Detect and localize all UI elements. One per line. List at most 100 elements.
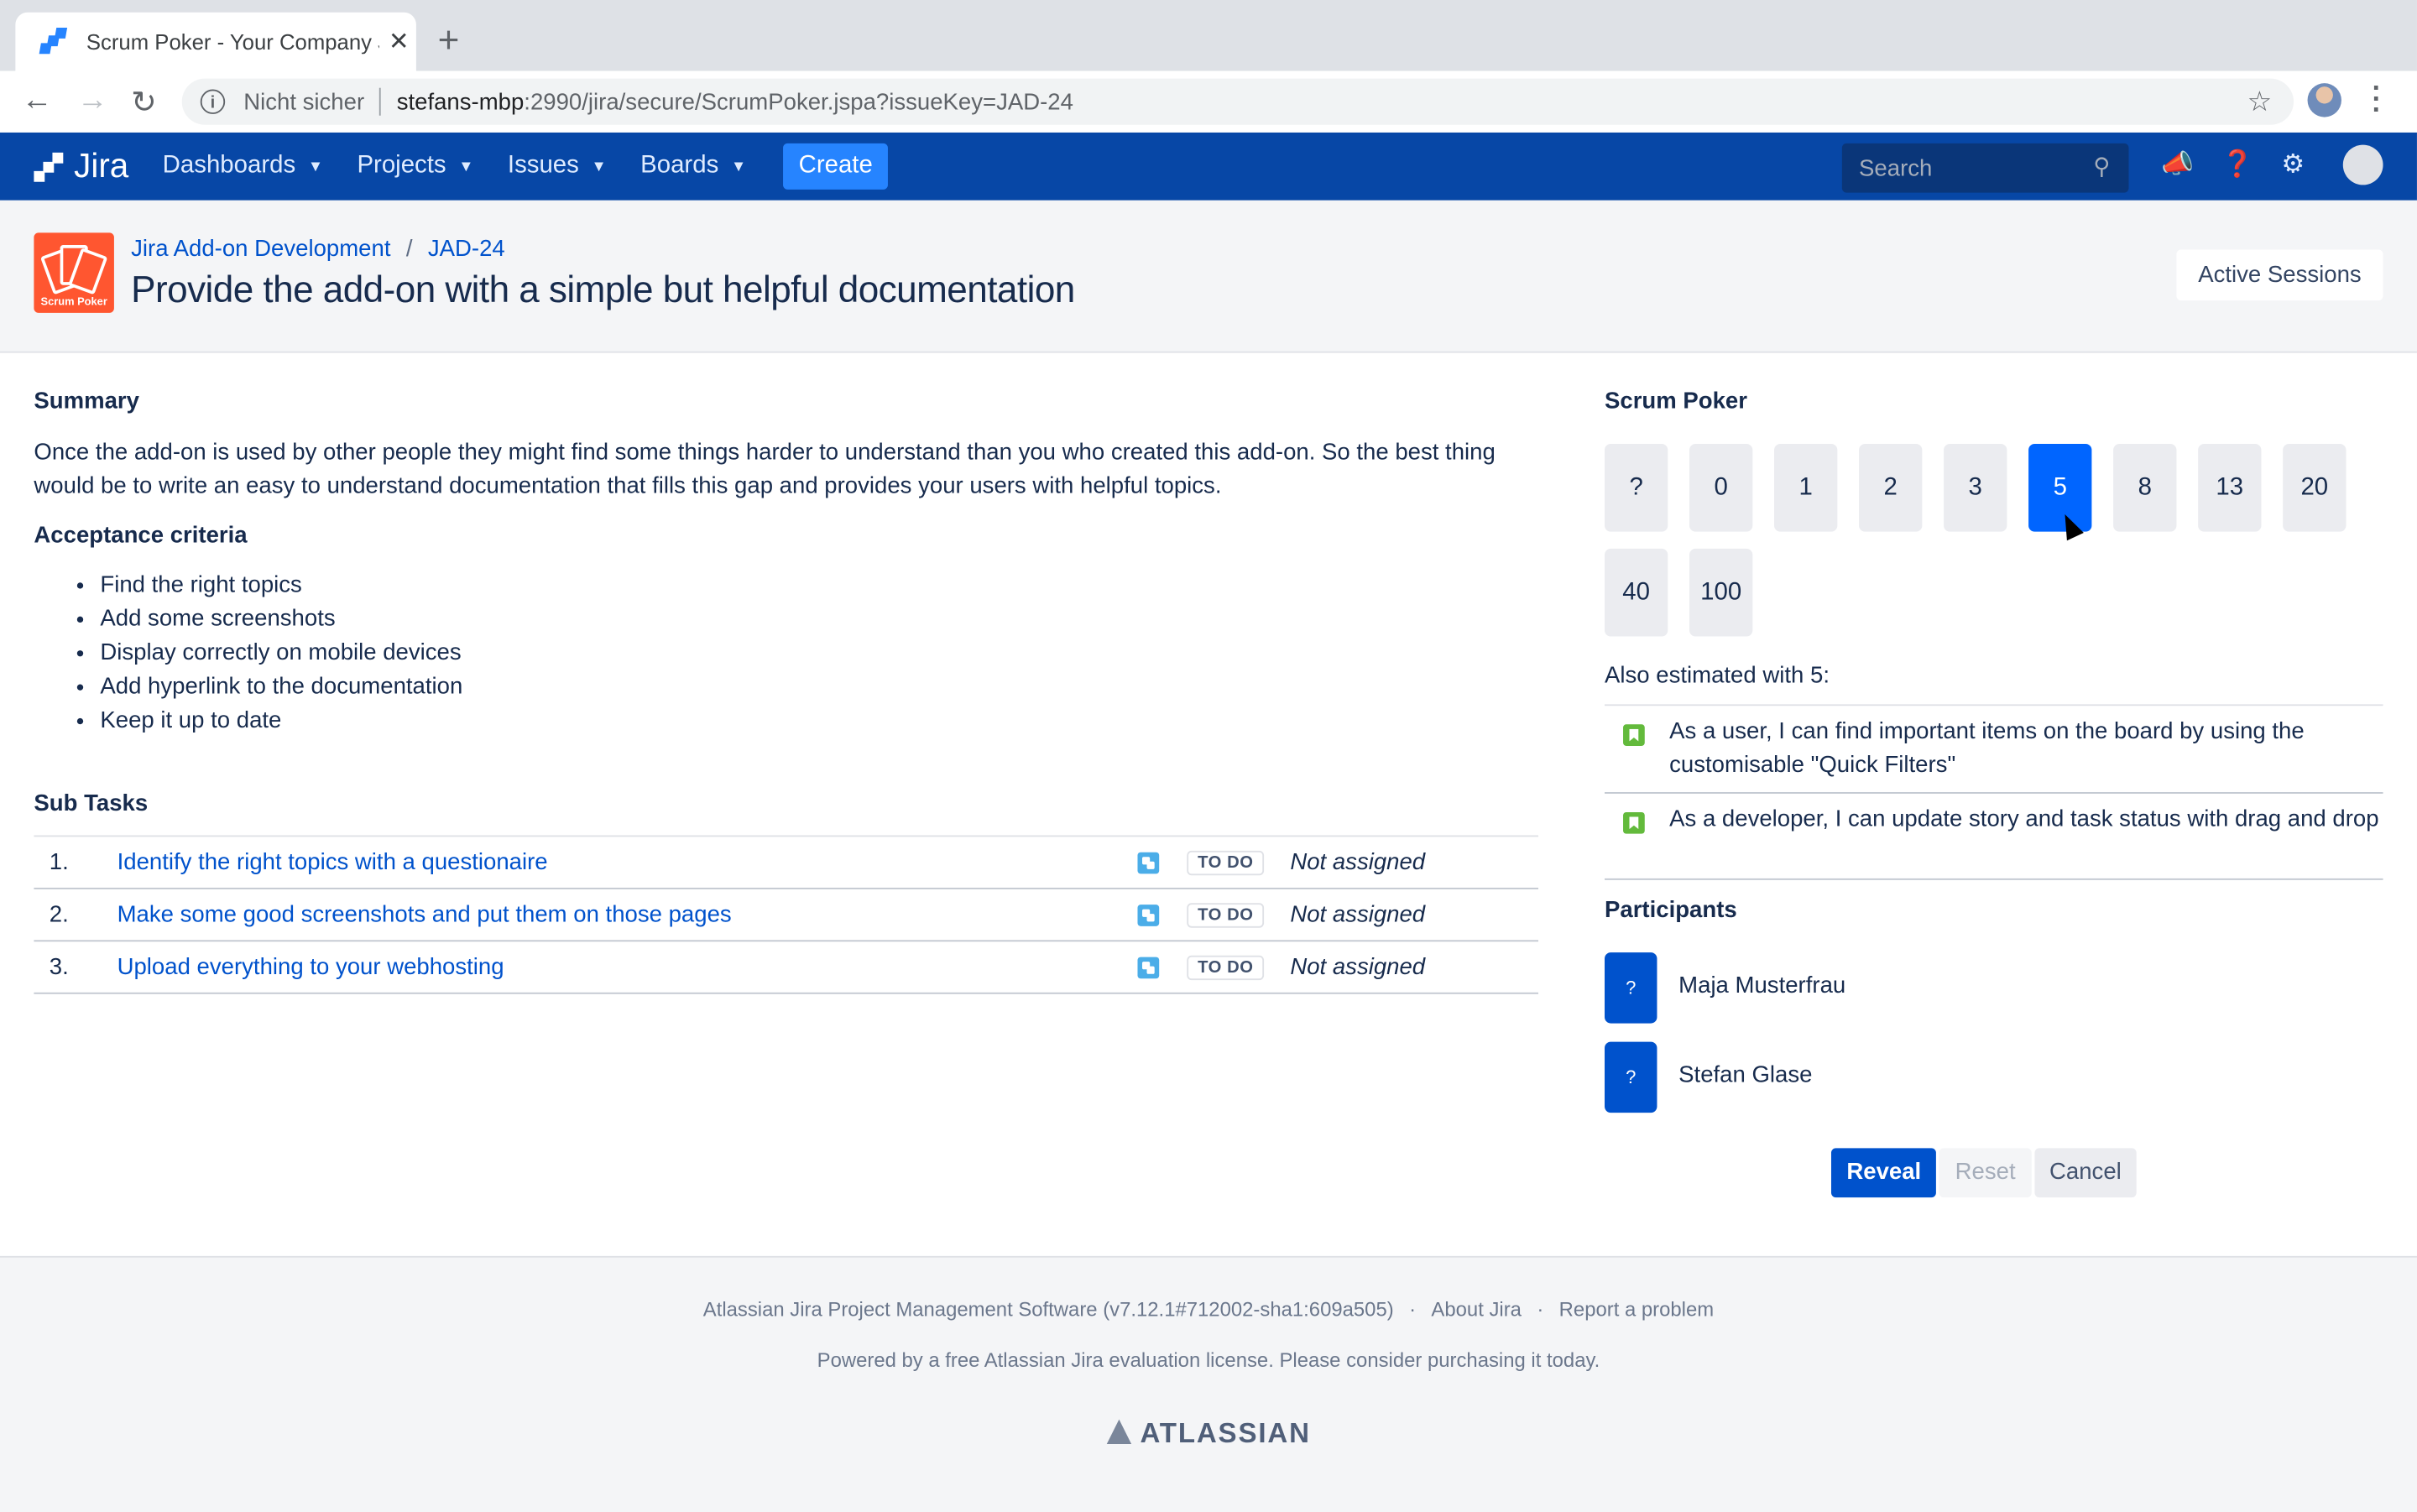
- list-item[interactable]: As a developer, I can update story and t…: [1605, 794, 2383, 880]
- nav-boards[interactable]: Boards ▼: [640, 153, 746, 180]
- chevron-down-icon: ▼: [591, 158, 607, 175]
- jira-favicon-icon: [39, 28, 68, 55]
- story-icon: [1623, 724, 1645, 746]
- participant: ? Maja Musterfrau: [1605, 952, 2383, 1024]
- breadcrumb-project[interactable]: Jira Add-on Development: [131, 236, 390, 262]
- info-icon[interactable]: i: [200, 89, 226, 114]
- address-bar-row: ← → ↻ i Nicht sicher stefans-mbp :2990/j…: [0, 70, 2417, 134]
- card-8[interactable]: 8: [2113, 443, 2177, 532]
- about-link[interactable]: About Jira: [1431, 1298, 1522, 1322]
- separator: ·: [1537, 1297, 1544, 1322]
- card-1[interactable]: 1: [1774, 443, 1838, 532]
- story-summary: As a user, I can find important items on…: [1669, 717, 2305, 779]
- list-item[interactable]: As a user, I can find important items on…: [1605, 706, 2383, 794]
- chevron-down-icon: ▼: [730, 158, 747, 175]
- security-label: Nicht sicher: [243, 88, 365, 115]
- footer: Atlassian Jira Project Management Softwa…: [0, 1255, 2417, 1512]
- also-estimated-list: As a user, I can find important items on…: [1605, 704, 2383, 880]
- row-number: 3.: [49, 953, 69, 981]
- search-input[interactable]: Search ⚲: [1841, 143, 2129, 193]
- browser-tabbar: Scrum Poker - Your Company J ✕ +: [0, 0, 2417, 71]
- nav-projects[interactable]: Projects ▼: [357, 153, 473, 180]
- assignee: Not assigned: [1290, 953, 1426, 981]
- summary-text: Once the add-on is used by other people …: [34, 439, 1496, 500]
- help-icon[interactable]: ❓: [2221, 149, 2254, 180]
- list-item: Display correctly on mobile devices: [100, 637, 462, 670]
- license-text: Powered by a free Atlassian Jira evaluat…: [817, 1348, 1600, 1372]
- cards-icon: [39, 242, 108, 295]
- report-link[interactable]: Report a problem: [1559, 1298, 1715, 1322]
- summary-heading: Summary: [34, 388, 139, 415]
- logo-label: Scrum Poker: [40, 297, 107, 309]
- card-40[interactable]: 40: [1605, 548, 1668, 637]
- status-badge: TO DO: [1187, 902, 1265, 927]
- nav-label: Projects: [357, 152, 446, 180]
- card-question[interactable]: ?: [1605, 443, 1668, 532]
- nav-issues[interactable]: Issues ▼: [508, 153, 607, 180]
- back-icon[interactable]: ←: [22, 83, 53, 118]
- card-2[interactable]: 2: [1859, 443, 1923, 532]
- list-item: Add some screenshots: [100, 602, 462, 636]
- scrum-poker-logo: Scrum Poker: [34, 232, 114, 313]
- separator: [379, 87, 382, 116]
- url-field[interactable]: i Nicht sicher stefans-mbp :2990/jira/se…: [181, 78, 2294, 125]
- main-content: Summary Once the add-on is used by other…: [0, 352, 2417, 1256]
- subtask-icon: [1137, 956, 1160, 978]
- close-tab-icon[interactable]: ✕: [389, 26, 410, 57]
- nav-label: Issues: [507, 152, 579, 180]
- cancel-button[interactable]: Cancel: [2033, 1148, 2138, 1198]
- status-badge: TO DO: [1187, 954, 1265, 980]
- card-20[interactable]: 20: [2283, 443, 2347, 532]
- card-13[interactable]: 13: [2198, 443, 2262, 532]
- nav-dashboards[interactable]: Dashboards ▼: [163, 153, 323, 180]
- browser-menu-icon[interactable]: · · ·: [2373, 74, 2382, 123]
- card-3[interactable]: 3: [1944, 443, 2007, 532]
- story-summary: As a developer, I can update story and t…: [1669, 806, 2379, 832]
- list-item: Add hyperlink to the documentation: [100, 670, 462, 704]
- participant-name: Stefan Glase: [1678, 1061, 1813, 1088]
- browser-profile-avatar[interactable]: [2307, 83, 2341, 117]
- create-button[interactable]: Create: [783, 143, 889, 190]
- search-icon[interactable]: ⚲: [2093, 153, 2110, 180]
- scrum-poker-heading: Scrum Poker: [1605, 388, 1747, 415]
- story-icon: [1623, 811, 1645, 834]
- version-text: Atlassian Jira Project Management Softwa…: [702, 1297, 1394, 1322]
- jira-logo[interactable]: Jira: [34, 146, 128, 186]
- forward-icon[interactable]: →: [77, 83, 108, 118]
- tab-title: Scrum Poker - Your Company J: [86, 29, 379, 55]
- breadcrumb-issue-key[interactable]: JAD-24: [428, 236, 505, 262]
- table-row: 2. Make some good screenshots and put th…: [34, 889, 1539, 942]
- list-item: Find the right topics: [100, 569, 462, 602]
- subtasks-table: 1. Identify the right topics with a ques…: [34, 835, 1539, 994]
- reset-button[interactable]: Reset: [1939, 1148, 2031, 1198]
- issue-header: Scrum Poker Jira Add-on Development / JAD-…: [0, 200, 2417, 353]
- atlassian-logo[interactable]: ATLASSIAN: [0, 1418, 2417, 1451]
- bookmark-star-icon[interactable]: ☆: [2247, 86, 2273, 118]
- subtask-icon: [1137, 904, 1160, 925]
- page-title: Provide the add-on with a simple but hel…: [131, 269, 1075, 312]
- also-estimated-label: Also estimated with 5:: [1605, 662, 1830, 690]
- browser-tab[interactable]: Scrum Poker - Your Company J ✕: [15, 12, 416, 71]
- atlassian-icon: [1106, 1419, 1131, 1444]
- chevron-down-icon: ▼: [458, 158, 474, 175]
- jira-navbar: Jira Dashboards ▼ Projects ▼ Issues ▼ Board…: [0, 132, 2417, 201]
- table-row: 3. Upload everything to your webhosting …: [34, 941, 1539, 994]
- separator: ·: [1409, 1297, 1417, 1322]
- subtask-link[interactable]: Make some good screenshots and put them …: [117, 901, 732, 927]
- settings-gear-icon[interactable]: ⚙: [2281, 149, 2305, 180]
- reload-icon[interactable]: ↻: [131, 83, 157, 122]
- atlassian-wordmark: ATLASSIAN: [1140, 1417, 1311, 1449]
- user-avatar[interactable]: [2342, 144, 2383, 185]
- card-0[interactable]: 0: [1689, 443, 1753, 532]
- vote-card: ?: [1605, 952, 1657, 1024]
- card-100[interactable]: 100: [1689, 548, 1753, 637]
- new-tab-icon[interactable]: +: [438, 20, 460, 63]
- notifications-megaphone-icon[interactable]: 📣: [2161, 149, 2194, 180]
- subtask-link[interactable]: Upload everything to your webhosting: [117, 954, 504, 980]
- active-sessions-button[interactable]: Active Sessions: [2176, 249, 2383, 301]
- subtask-link[interactable]: Identify the right topics with a questio…: [117, 849, 548, 875]
- reveal-button[interactable]: Reveal: [1830, 1148, 1937, 1198]
- url-host: stefans-mbp: [396, 88, 525, 115]
- acceptance-heading: Acceptance criteria: [34, 522, 248, 549]
- status-badge: TO DO: [1187, 849, 1265, 875]
